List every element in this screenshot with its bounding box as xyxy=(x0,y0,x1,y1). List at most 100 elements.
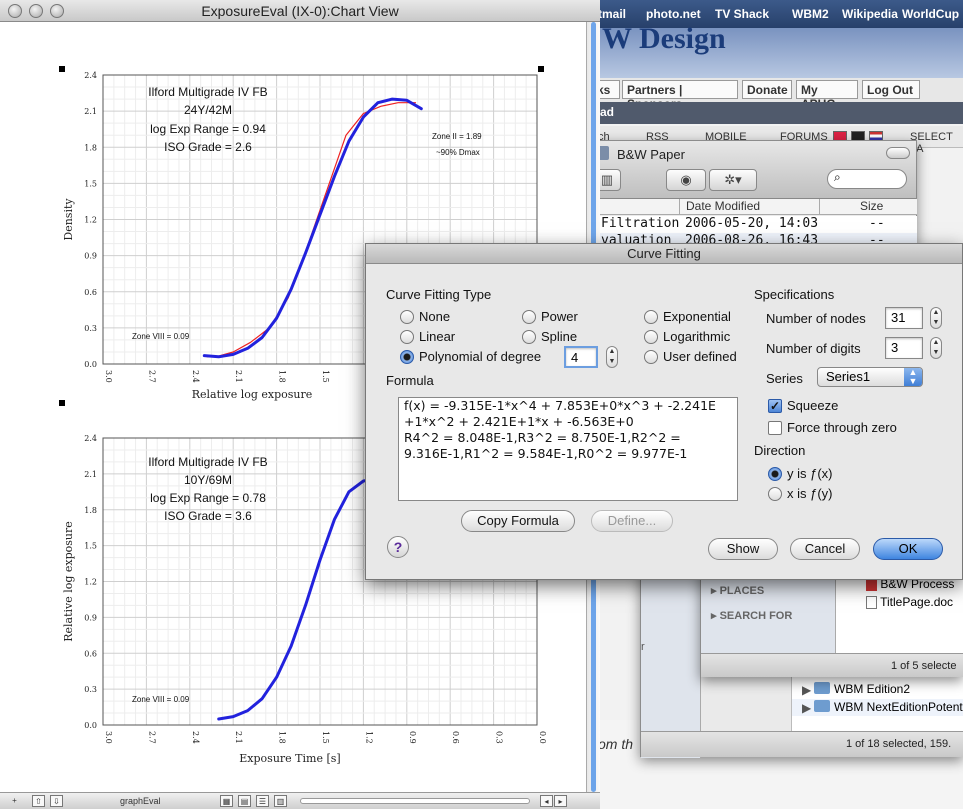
radio-polynomial[interactable] xyxy=(400,350,414,364)
scroll-right-icon[interactable]: ▸ xyxy=(554,795,567,807)
bookmark-tmail[interactable]: tmail xyxy=(598,7,626,21)
radio-label-power: Power xyxy=(541,309,578,324)
site-header: W Design xyxy=(580,22,963,78)
tool-select-language[interactable]: SELECT LA xyxy=(910,131,963,155)
radio-x-of-y[interactable] xyxy=(768,487,782,501)
force-zero-checkbox[interactable] xyxy=(768,421,782,435)
finder-partial-text: r xyxy=(641,641,645,653)
move-up-icon[interactable]: ⇧ xyxy=(32,795,45,807)
nav-logout[interactable]: Log Out xyxy=(862,80,920,99)
finder-window-middle: ▸ PLACES ▸ SEARCH FOR B&W Process TitleP… xyxy=(700,570,963,677)
y-tick-label: 1.8 xyxy=(84,506,97,515)
list-item[interactable]: ▶ WBM NextEditionPotent xyxy=(792,699,963,716)
column-header-date[interactable]: Date Modified xyxy=(680,199,820,215)
radio-user-defined[interactable] xyxy=(644,350,658,364)
x-tick-label: 3.0 xyxy=(104,731,113,744)
select-arrows-icon: ▲ ▼ xyxy=(904,368,922,386)
nav-partners[interactable]: Partners | Sponsors xyxy=(622,80,738,111)
copy-formula-button[interactable]: Copy Formula xyxy=(461,510,575,532)
specifications-heading: Specifications xyxy=(754,287,835,302)
radio-label-spline: Spline xyxy=(541,329,578,344)
radio-power[interactable] xyxy=(522,310,536,324)
radio-y-of-x[interactable] xyxy=(768,467,782,481)
y-tick-label: 1.5 xyxy=(84,179,97,188)
chart-annotation: ISO Grade = 2.6 xyxy=(164,140,252,154)
bookmark-wbm2[interactable]: WBM2 xyxy=(792,7,829,21)
fitting-type-heading: Curve Fitting Type xyxy=(386,287,492,302)
zoom-slider-track[interactable] xyxy=(300,798,530,804)
selection-handle xyxy=(538,66,544,72)
grid-view-icon[interactable]: ▦ xyxy=(220,795,233,807)
column-header-name[interactable] xyxy=(591,199,680,215)
list-item[interactable]: ▶ WBM Edition2 xyxy=(792,681,963,698)
table-view-icon[interactable]: ▤ xyxy=(238,795,251,807)
y-tick-label: 0.0 xyxy=(84,360,97,369)
radio-logarithmic[interactable] xyxy=(644,330,658,344)
x-tick-label: 2.7 xyxy=(147,731,156,744)
radio-none[interactable] xyxy=(400,310,414,324)
cancel-button[interactable]: Cancel xyxy=(790,538,860,560)
action-gear-button[interactable]: ✲▾ xyxy=(709,169,757,191)
formula-heading: Formula xyxy=(386,373,434,388)
bookmark-wikipedia[interactable]: Wikipedia xyxy=(842,7,898,21)
subnav-item[interactable]: ad xyxy=(600,105,614,119)
ok-button[interactable]: OK xyxy=(873,538,943,560)
bookmark-tvshack[interactable]: TV Shack xyxy=(715,7,769,21)
chart-annotation: ISO Grade = 3.6 xyxy=(164,509,252,523)
scroll-left-icon[interactable]: ◂ xyxy=(540,795,553,807)
sidebar-section-search[interactable]: ▸ SEARCH FOR xyxy=(711,609,792,622)
squeeze-label: Squeeze xyxy=(787,398,839,413)
bookmark-photonet[interactable]: photo.net xyxy=(646,7,701,21)
x-axis-label: Relative log exposure xyxy=(192,388,313,401)
window-title: B&W Paper xyxy=(617,147,685,162)
show-button[interactable]: Show xyxy=(708,538,778,560)
y-tick-label: 0.0 xyxy=(84,721,97,730)
chart-view-icon[interactable]: ▥ xyxy=(274,795,287,807)
column-header-size[interactable]: Size xyxy=(820,199,917,215)
table-row[interactable]: Filtration 2006-05-20, 14:03 -- xyxy=(591,216,917,233)
nodes-stepper[interactable]: ▲ ▼ xyxy=(930,307,942,329)
digits-label: Number of digits xyxy=(766,341,861,356)
toolbar-toggle-button[interactable] xyxy=(886,147,910,159)
series-select[interactable]: Series1 ▲ ▼ xyxy=(817,367,923,387)
digits-field[interactable]: 3 xyxy=(885,337,923,359)
nodes-field[interactable]: 31 xyxy=(885,307,923,329)
formula-text-area[interactable]: f(x) = -9.315E-1*x^4 + 7.853E+0*x^3 + -2… xyxy=(398,397,738,501)
polynomial-degree-field[interactable]: 4 xyxy=(564,346,598,368)
site-subnav: ad xyxy=(580,102,963,124)
finder-statusbar: 1 of 5 selecte xyxy=(701,653,963,677)
y-tick-label: 2.1 xyxy=(84,470,97,479)
y-tick-label: 0.6 xyxy=(84,288,97,297)
x-tick-label: 2.7 xyxy=(147,370,156,383)
sidebar-section-places[interactable]: ▸ PLACES xyxy=(711,584,764,597)
force-zero-label: Force through zero xyxy=(787,420,897,435)
define-button[interactable]: Define... xyxy=(591,510,673,532)
radio-label-y-of-x: y is ƒ(x) xyxy=(787,466,833,481)
radio-linear[interactable] xyxy=(400,330,414,344)
search-input[interactable]: ⌕ xyxy=(827,169,907,189)
squeeze-checkbox[interactable]: ✓ xyxy=(768,399,782,413)
nav-donate[interactable]: Donate xyxy=(742,80,792,99)
y-tick-label: 0.6 xyxy=(84,649,97,658)
add-icon[interactable]: + xyxy=(8,795,21,807)
window-titlebar: ExposureEval (IX-0):Chart View xyxy=(0,0,600,22)
radio-exponential[interactable] xyxy=(644,310,658,324)
radio-spline[interactable] xyxy=(522,330,536,344)
x-tick-label: 0.3 xyxy=(495,731,504,744)
list-item[interactable]: TitlePage.doc xyxy=(866,595,953,610)
nav-my-apug[interactable]: My APUG xyxy=(796,80,858,111)
move-down-icon[interactable]: ⇩ xyxy=(50,795,63,807)
help-icon[interactable]: ? xyxy=(387,536,409,558)
digits-stepper[interactable]: ▲ ▼ xyxy=(930,337,942,359)
degree-stepper[interactable]: ▲ ▼ xyxy=(606,346,618,368)
site-logo: W Design xyxy=(602,22,726,55)
body-text: om th xyxy=(598,736,634,752)
chart-annotation: ~90% Dmax xyxy=(436,148,480,157)
y-tick-label: 0.3 xyxy=(84,685,97,694)
list-view-icon[interactable]: ☰ xyxy=(256,795,269,807)
quick-look-button[interactable]: ◉ xyxy=(666,169,706,191)
y-axis-label: Relative log exposure xyxy=(62,521,75,642)
bookmark-worldcup[interactable]: WorldCup xyxy=(902,7,959,21)
chart-annotation: Zone VIII = 0.09 xyxy=(132,695,190,704)
pdf-icon xyxy=(866,578,877,592)
